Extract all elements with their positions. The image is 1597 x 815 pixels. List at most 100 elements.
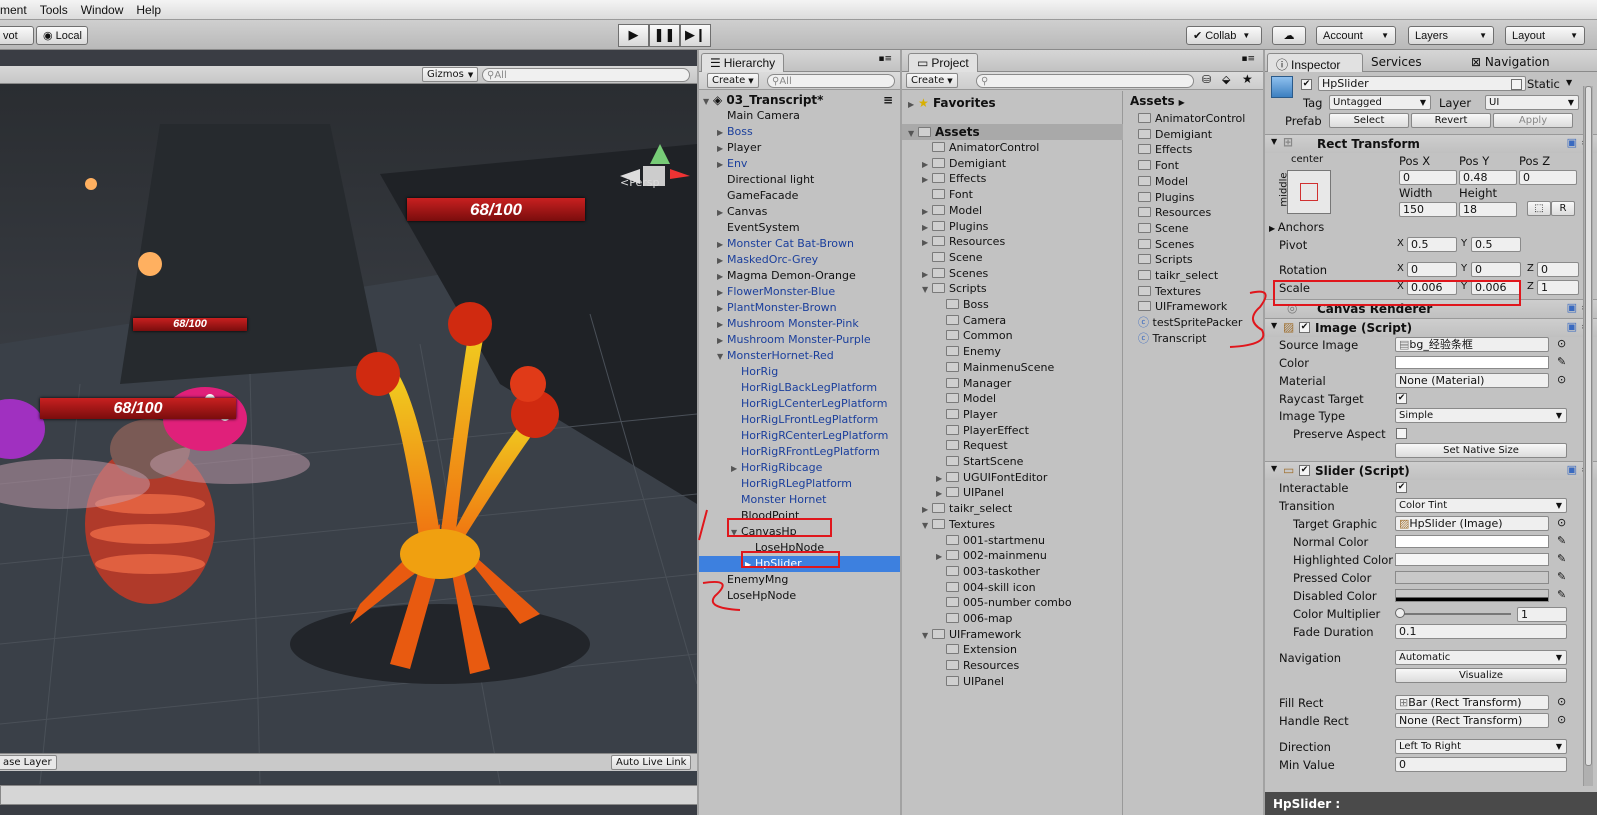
project-tree-item[interactable]: Player [936, 407, 997, 423]
project-tree-item[interactable]: ▶ UIPanel [936, 485, 1004, 501]
object-picker-icon[interactable]: ⊙ [1557, 713, 1566, 726]
asset-item[interactable]: Demigiant [1138, 127, 1212, 143]
chevron-down-icon[interactable]: ▼ [922, 518, 932, 534]
inspector-scrollbar[interactable] [1583, 86, 1593, 786]
chevron-right-icon[interactable]: ▶ [717, 333, 727, 349]
hierarchy-item[interactable]: ▶ MaskedOrc-Grey [699, 252, 900, 268]
favorites-item[interactable]: ▶ ★ Favorites [908, 95, 996, 111]
asset-item[interactable]: Resources [1138, 205, 1211, 221]
project-tree-item[interactable]: Font [922, 187, 973, 203]
object-picker-icon[interactable]: ⊙ [1557, 373, 1566, 386]
project-tree-item[interactable]: ▼ Textures [922, 517, 995, 533]
tab-inspector[interactable]: ⓘ Inspector [1267, 53, 1363, 72]
hierarchy-item[interactable]: GameFacade [699, 188, 900, 204]
help-icon[interactable]: ▣ [1567, 301, 1577, 314]
hierarchy-item[interactable]: ▶ Monster Cat Bat-Brown [699, 236, 900, 252]
anchor-preset-button[interactable] [1287, 170, 1331, 214]
panel-menu-icon[interactable]: ▪≡ [1241, 54, 1255, 64]
asset-item[interactable]: Scripts [1138, 252, 1193, 268]
project-tree-item[interactable]: Request [936, 438, 1008, 454]
hierarchy-item[interactable]: HorRigRCenterLegPlatform [699, 428, 900, 444]
project-tree-item[interactable]: PlayerEffect [936, 423, 1029, 439]
target-graphic-field[interactable]: ▨HpSlider (Image) [1395, 516, 1549, 531]
rotation-z-field[interactable]: 0 [1537, 262, 1579, 277]
layers-dropdown[interactable]: Layers ▼ [1408, 26, 1494, 45]
asset-item[interactable]: Scenes [1138, 237, 1194, 253]
hierarchy-item[interactable]: ▶ Boss [699, 124, 900, 140]
project-tree-item[interactable]: Enemy [936, 344, 1001, 360]
tab-hierarchy[interactable]: ☰ Hierarchy [701, 53, 785, 72]
interactable-checkbox[interactable]: ✔ [1396, 482, 1407, 493]
project-tree-item[interactable]: ▶ Scenes [922, 266, 988, 282]
eyedropper-icon[interactable]: ✎ [1557, 570, 1566, 583]
hierarchy-search-input[interactable]: ⚲ All [767, 74, 895, 88]
color-swatch[interactable] [1395, 356, 1549, 369]
hierarchy-item[interactable]: ▶ FlowerMonster-Blue [699, 284, 900, 300]
chevron-right-icon[interactable]: ▶ [717, 205, 727, 221]
image-enabled-checkbox[interactable]: ✔ [1299, 322, 1310, 333]
asset-item[interactable]: Scene [1138, 221, 1189, 237]
filter-type-icon[interactable]: ⛁ [1202, 73, 1211, 86]
chevron-right-icon[interactable]: ▶ [936, 471, 946, 487]
project-tree-item[interactable]: Camera [936, 313, 1006, 329]
asset-item[interactable]: ⓒ Transcript [1138, 331, 1207, 347]
project-tree-item[interactable]: ▶ Resources [922, 234, 1005, 250]
chevron-down-icon[interactable]: ▼ [717, 349, 727, 365]
breadcrumb[interactable]: Assets ▶ [1130, 93, 1185, 109]
project-tree-item[interactable]: 005-number combo [936, 595, 1072, 611]
chevron-right-icon[interactable]: ▶ [922, 502, 932, 518]
set-native-size-button[interactable]: Set Native Size [1395, 443, 1567, 458]
hierarchy-create-button[interactable]: Create ▼ [707, 73, 759, 88]
project-tree-item[interactable]: 003-taskother [936, 564, 1040, 580]
chevron-right-icon[interactable]: ▶ [717, 125, 727, 141]
prefab-select-button[interactable]: Select [1329, 113, 1409, 128]
project-tree-item[interactable]: ▶ UGUIFontEditor [936, 470, 1047, 486]
fade-duration-field[interactable]: 0.1 [1395, 624, 1567, 639]
project-tree-item[interactable]: ▶ Plugins [922, 219, 988, 235]
hierarchy-item[interactable]: HorRigLBackLegPlatform [699, 380, 900, 396]
chevron-right-icon[interactable]: ▶ [922, 235, 932, 251]
project-tree-item[interactable]: Scene [922, 250, 983, 266]
project-tree-item[interactable]: ▶ Effects [922, 171, 986, 187]
normal-color-swatch[interactable] [1395, 535, 1549, 548]
hierarchy-item[interactable]: ▶ PlantMonster-Brown [699, 300, 900, 316]
chevron-down-icon[interactable]: ▼ [922, 282, 932, 298]
asset-item[interactable]: Effects [1138, 142, 1192, 158]
rotation-y-field[interactable]: 0 [1471, 262, 1521, 277]
chevron-right-icon[interactable]: ▶ [936, 549, 946, 565]
slider-enabled-checkbox[interactable]: ✔ [1299, 465, 1310, 476]
menu-help[interactable]: Help [136, 3, 161, 17]
color-multiplier-field[interactable]: 1 [1517, 607, 1567, 622]
layer-dropdown[interactable]: UI ▼ [1485, 95, 1579, 110]
project-tree-item[interactable]: ▶ taikr_select [922, 501, 1012, 517]
fill-rect-field[interactable]: ⊞Bar (Rect Transform) [1395, 695, 1549, 710]
layout-dropdown[interactable]: Layout ▼ [1505, 26, 1585, 45]
height-field[interactable]: 18 [1459, 202, 1517, 217]
eyedropper-icon[interactable]: ✎ [1557, 355, 1566, 368]
chevron-right-icon[interactable]: ▶ [922, 220, 932, 236]
project-tree-item[interactable]: Model [936, 391, 996, 407]
project-tree-item[interactable]: ▼ UIFramework [922, 627, 1021, 643]
account-dropdown[interactable]: Account ▼ [1316, 26, 1396, 45]
project-tree-item[interactable]: ▼ Scripts [922, 281, 987, 297]
project-tree-item[interactable]: AnimatorControl [922, 140, 1039, 156]
color-multiplier-slider[interactable] [1399, 613, 1511, 615]
menu-tools[interactable]: Tools [40, 3, 68, 17]
rect-transform-header[interactable]: ▼ ⊞ Rect Transform ▣ ⚙ [1265, 134, 1597, 153]
active-checkbox[interactable]: ✔ [1301, 79, 1312, 90]
hierarchy-item[interactable]: ▶ Mushroom Monster-Pink [699, 316, 900, 332]
hierarchy-item[interactable]: ▶ HorRigRibcage [699, 460, 900, 476]
hierarchy-item[interactable]: Directional light [699, 172, 900, 188]
tab-navigation[interactable]: ⊠ Navigation [1471, 55, 1550, 69]
asset-item[interactable]: taikr_select [1138, 268, 1218, 284]
project-search-input[interactable]: ⚲ [976, 74, 1194, 88]
asset-item[interactable]: Font [1138, 158, 1179, 174]
tab-services[interactable]: Services [1371, 55, 1422, 69]
chevron-right-icon[interactable]: ▶ [717, 237, 727, 253]
width-field[interactable]: 150 [1399, 202, 1457, 217]
collab-button[interactable]: ✔ Collab ▼ [1186, 26, 1262, 45]
project-tree-item[interactable]: Extension [936, 642, 1017, 658]
project-tree-item[interactable]: 004-skill icon [936, 580, 1036, 596]
asset-item[interactable]: AnimatorControl [1138, 111, 1245, 127]
direction-dropdown[interactable]: Left To Right ▼ [1395, 739, 1567, 754]
